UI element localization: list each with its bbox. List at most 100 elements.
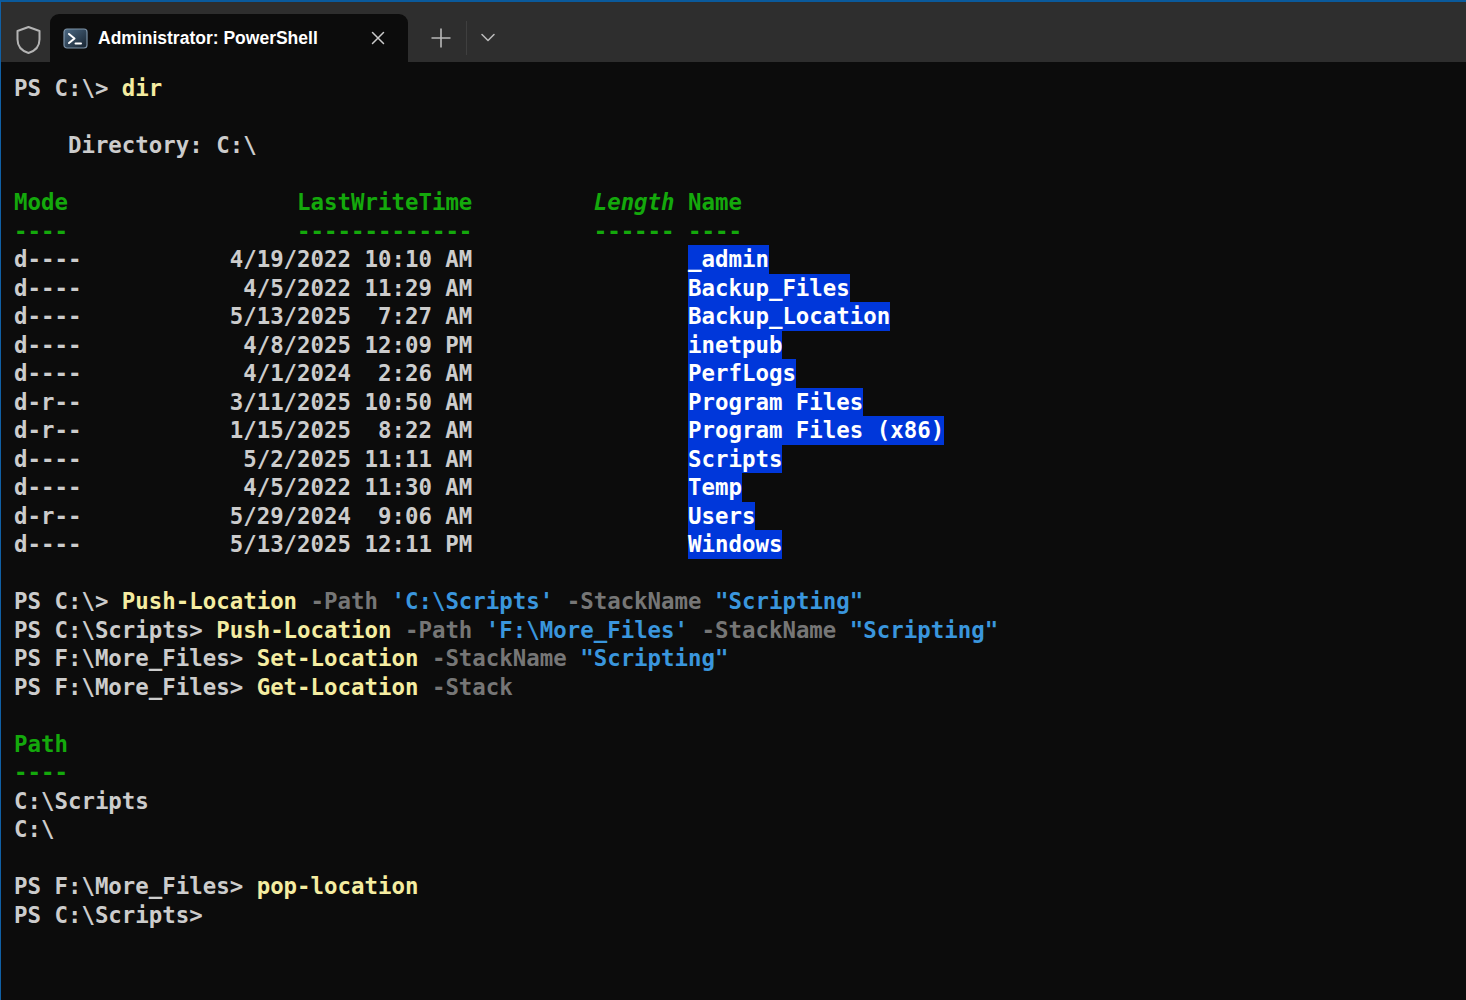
selected-name: Program Files (x86) bbox=[688, 416, 944, 445]
text-segment: -Path bbox=[311, 588, 392, 614]
text-segment: Mode bbox=[14, 189, 68, 215]
text-segment: d---- 5/2/2025 11:11 AM bbox=[14, 446, 688, 472]
text-segment: PS F:\More_Files> bbox=[14, 873, 257, 899]
text-segment: -StackName bbox=[432, 645, 580, 671]
selected-name: Windows bbox=[688, 530, 782, 559]
text-segment: 'C:\Scripts' bbox=[391, 588, 566, 614]
text-segment: d-r-- 3/11/2025 10:50 AM bbox=[14, 389, 688, 415]
text-segment: Directory: C:\ bbox=[14, 132, 257, 158]
close-icon[interactable] bbox=[369, 29, 387, 47]
text-segment: pop-location bbox=[257, 873, 419, 899]
text-segment: PS C:\> bbox=[14, 588, 122, 614]
terminal-line: Path bbox=[14, 730, 1466, 759]
titlebar: Administrator: PowerShell bbox=[1, 2, 1466, 62]
terminal-line: d-r-- 5/29/2024 9:06 AM Users bbox=[14, 502, 1466, 531]
text-segment: "Scripting" bbox=[850, 617, 998, 643]
text-segment: -StackName bbox=[702, 617, 850, 643]
text-segment: PS C:\Scripts> bbox=[14, 617, 216, 643]
text-segment: -Stack bbox=[432, 674, 513, 700]
text-segment bbox=[68, 218, 297, 244]
text-segment: d---- 5/13/2025 7:27 AM bbox=[14, 303, 688, 329]
selected-name: Backup_Files bbox=[688, 274, 850, 303]
text-segment: d-r-- 1/15/2025 8:22 AM bbox=[14, 417, 688, 443]
text-segment: Set-Location bbox=[257, 645, 432, 671]
terminal-content[interactable]: PS C:\> dir Directory: C:\ Mode LastWrit… bbox=[1, 62, 1466, 1000]
text-segment bbox=[68, 189, 297, 215]
text-segment: d---- 4/1/2024 2:26 AM bbox=[14, 360, 688, 386]
text-segment: "Scripting" bbox=[715, 588, 863, 614]
terminal-line: Directory: C:\ bbox=[14, 131, 1466, 160]
new-tab-button[interactable] bbox=[422, 14, 460, 62]
plus-icon bbox=[430, 27, 452, 49]
text-segment: Get-Location bbox=[257, 674, 432, 700]
text-segment: 'F:\More_Files' bbox=[486, 617, 702, 643]
text-segment: PS F:\More_Files> bbox=[14, 674, 257, 700]
text-segment: ------------- bbox=[297, 218, 472, 244]
text-segment bbox=[472, 189, 593, 215]
terminal-line: d---- 5/2/2025 11:11 AM Scripts bbox=[14, 445, 1466, 474]
terminal-line: PS C:\Scripts> bbox=[14, 901, 1466, 930]
terminal-line: PS C:\> dir bbox=[14, 74, 1466, 103]
terminal-line: PS F:\More_Files> pop-location bbox=[14, 872, 1466, 901]
text-segment: Path bbox=[14, 731, 68, 757]
text-segment: LastWriteTime bbox=[297, 189, 472, 215]
selected-name: Temp bbox=[688, 473, 742, 502]
terminal-line: PS F:\More_Files> Get-Location -Stack bbox=[14, 673, 1466, 702]
powershell-icon bbox=[63, 26, 88, 51]
text-segment: d---- 5/13/2025 12:11 PM bbox=[14, 531, 688, 557]
text-segment: Push-Location bbox=[216, 617, 405, 643]
tab-dropdown-button[interactable] bbox=[471, 14, 505, 62]
text-segment: d-r-- 5/29/2024 9:06 AM bbox=[14, 503, 688, 529]
text-segment: Push-Location bbox=[122, 588, 311, 614]
selected-name: _admin bbox=[688, 245, 769, 274]
text-segment: d---- 4/8/2025 12:09 PM bbox=[14, 332, 688, 358]
text-segment: PS F:\More_Files> bbox=[14, 645, 257, 671]
tab-powershell[interactable]: Administrator: PowerShell bbox=[50, 14, 408, 62]
terminal-line bbox=[14, 160, 1466, 189]
selected-name: Program Files bbox=[688, 388, 863, 417]
text-segment bbox=[472, 218, 593, 244]
text-segment: C:\Scripts bbox=[14, 788, 149, 814]
terminal-line: d---- 4/19/2022 10:10 AM _admin bbox=[14, 245, 1466, 274]
text-segment: ---- bbox=[14, 218, 68, 244]
text-segment: Length bbox=[594, 189, 675, 215]
text-segment: -Path bbox=[405, 617, 486, 643]
text-segment: C:\ bbox=[14, 816, 54, 842]
text-segment: ---- bbox=[14, 759, 68, 785]
terminal-line: C:\ bbox=[14, 815, 1466, 844]
admin-shield-icon bbox=[15, 25, 42, 55]
chevron-down-icon bbox=[480, 33, 496, 43]
text-segment: "Scripting" bbox=[580, 645, 728, 671]
text-segment: Name bbox=[688, 189, 742, 215]
terminal-line: Mode LastWriteTime Length Name bbox=[14, 188, 1466, 217]
terminal-line bbox=[14, 701, 1466, 730]
terminal-line: d---- 5/13/2025 7:27 AM Backup_Location bbox=[14, 302, 1466, 331]
terminal-line: ---- ------------- ------ ---- bbox=[14, 217, 1466, 246]
terminal-line: C:\Scripts bbox=[14, 787, 1466, 816]
titlebar-separator bbox=[466, 21, 467, 55]
selected-name: PerfLogs bbox=[688, 359, 796, 388]
tab-title: Administrator: PowerShell bbox=[98, 28, 318, 49]
selected-name: inetpub bbox=[688, 331, 782, 360]
text-segment bbox=[675, 218, 688, 244]
terminal-line: d---- 4/8/2025 12:09 PM inetpub bbox=[14, 331, 1466, 360]
text-segment: d---- 4/5/2022 11:29 AM bbox=[14, 275, 688, 301]
text-segment: ------ bbox=[594, 218, 675, 244]
terminal-line: d---- 4/1/2024 2:26 AM PerfLogs bbox=[14, 359, 1466, 388]
terminal-line: d-r-- 1/15/2025 8:22 AM Program Files (x… bbox=[14, 416, 1466, 445]
terminal-line: PS F:\More_Files> Set-Location -StackNam… bbox=[14, 644, 1466, 673]
text-segment: -StackName bbox=[567, 588, 715, 614]
terminal-line: d---- 5/13/2025 12:11 PM Windows bbox=[14, 530, 1466, 559]
terminal-line bbox=[14, 103, 1466, 132]
selected-name: Scripts bbox=[688, 445, 782, 474]
text-segment: d---- 4/5/2022 11:30 AM bbox=[14, 474, 688, 500]
text-segment bbox=[675, 189, 688, 215]
text-segment: PS C:\Scripts> bbox=[14, 902, 203, 928]
text-segment: dir bbox=[122, 75, 162, 101]
terminal-line: d---- 4/5/2022 11:29 AM Backup_Files bbox=[14, 274, 1466, 303]
terminal-line bbox=[14, 844, 1466, 873]
text-segment: ---- bbox=[688, 218, 742, 244]
selected-name: Backup_Location bbox=[688, 302, 890, 331]
selected-name: Users bbox=[688, 502, 755, 531]
terminal-window: Administrator: PowerShell PS C:\> dir Di… bbox=[0, 0, 1466, 1000]
